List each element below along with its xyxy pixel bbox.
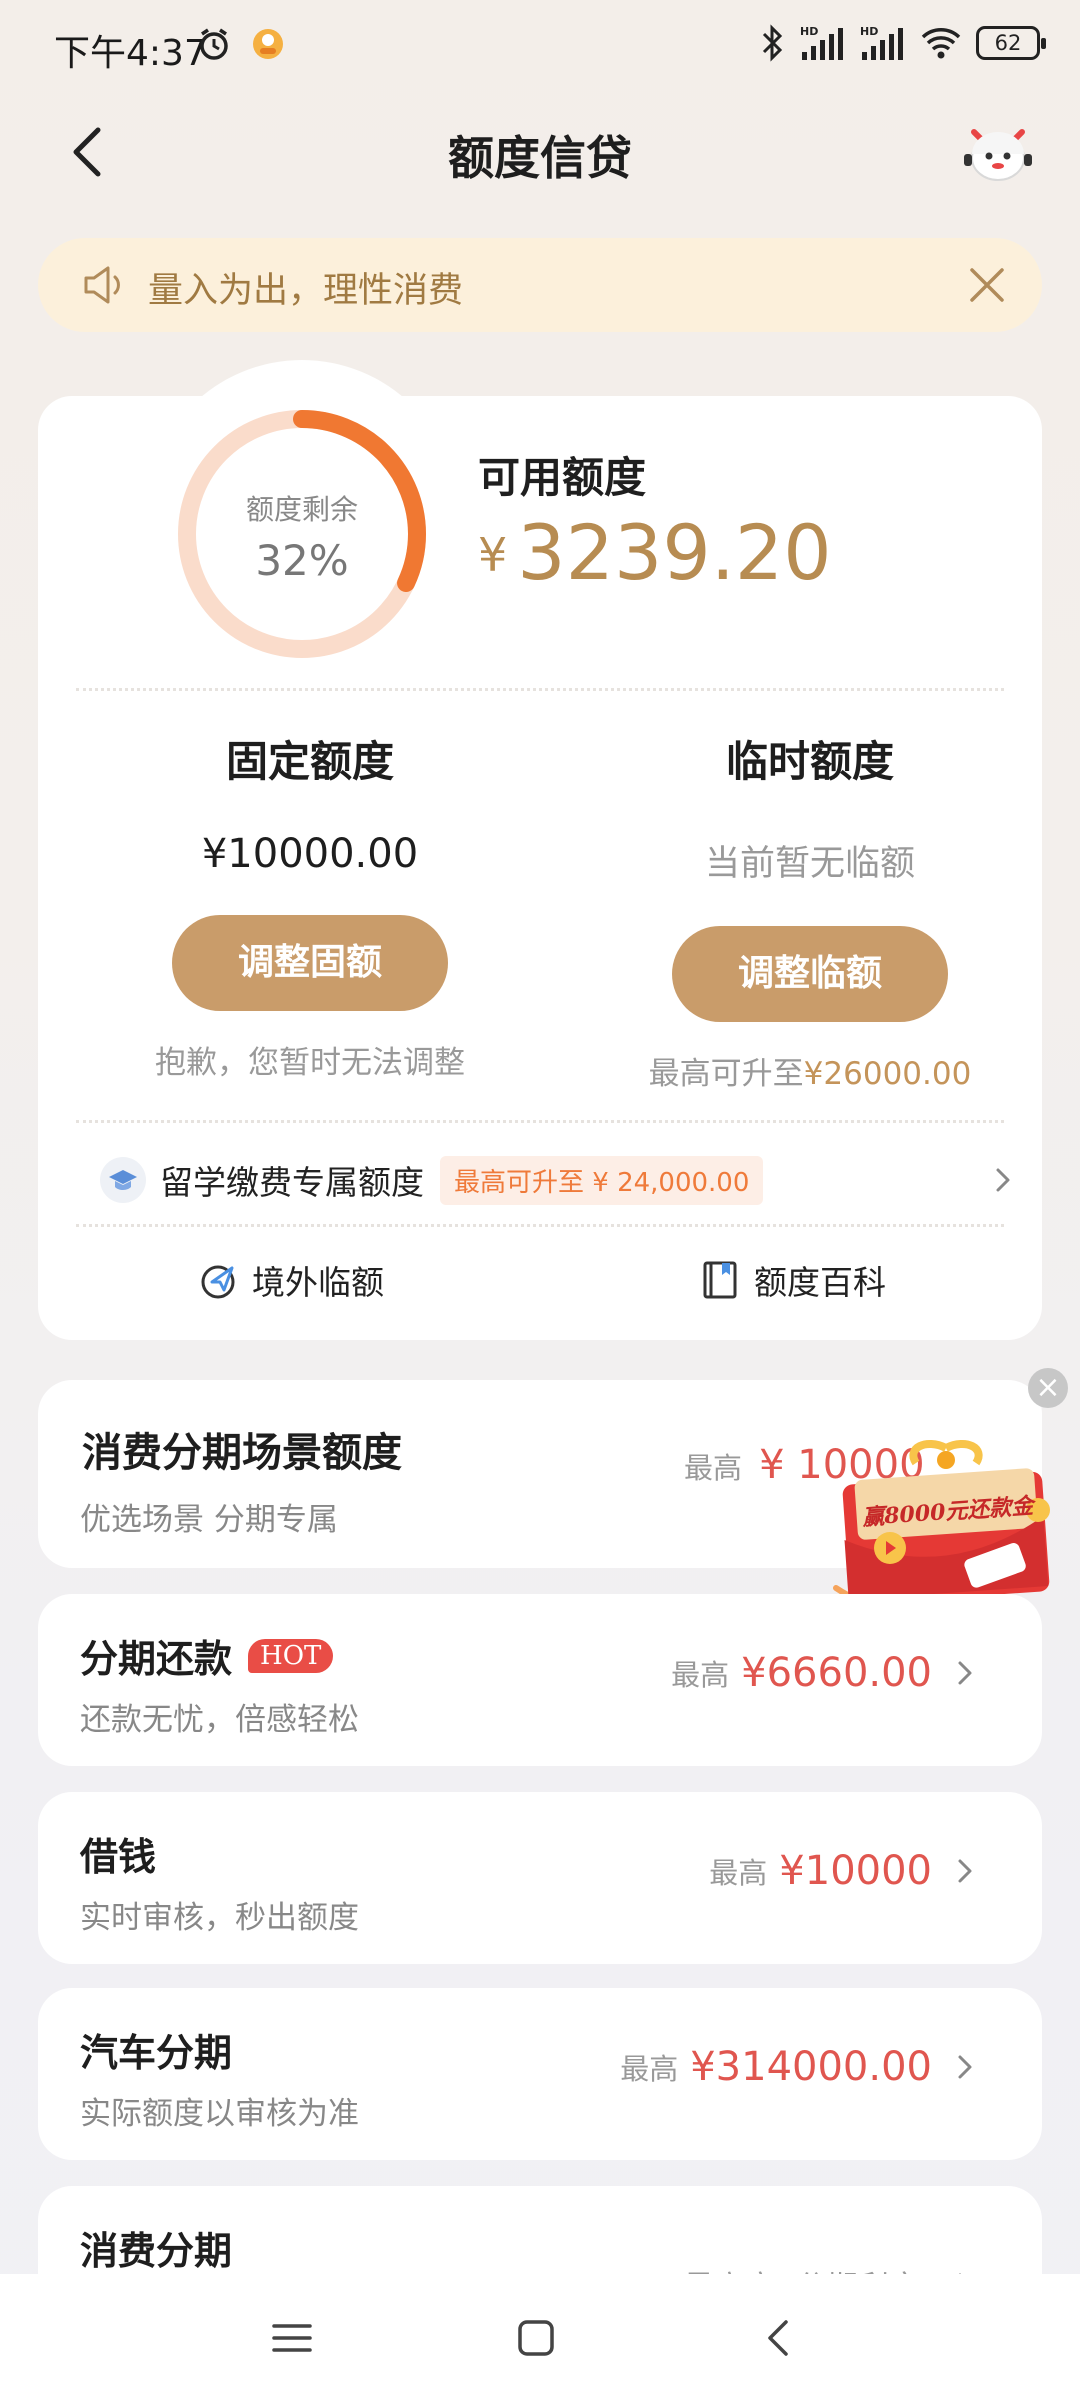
temp-note-amount: ¥26000.00: [803, 1056, 972, 1092]
progress-ring: [178, 410, 426, 658]
study-credit-label: 留学缴费专属额度: [160, 1163, 424, 1202]
borrow-money-card[interactable]: 借钱 实时审核，秒出额度 最高 ¥10000: [38, 1792, 1042, 1964]
product-max-amount: 最高 ¥314000.00: [620, 2044, 982, 2090]
installment-repayment-card[interactable]: 分期还款 HOT 还款无忧，倍感轻松 最高 ¥6660.00: [38, 1594, 1042, 1766]
product-title: 借钱: [80, 1835, 157, 1879]
temp-note-prefix: 最高可升至: [648, 1056, 804, 1092]
product-title: 分期还款 HOT: [80, 1628, 334, 1683]
product-title: 汽车分期: [80, 2031, 233, 2075]
max-label: 最高: [671, 1658, 730, 1692]
product-max-amount: 最高 ¥6660.00: [671, 1650, 982, 1696]
max-label: 最高: [684, 1451, 743, 1485]
currency-symbol: ¥: [478, 528, 508, 582]
temp-credit-value: 当前暂无临额: [704, 844, 915, 884]
speaker-icon: [84, 266, 120, 304]
svg-text:HD: HD: [860, 25, 878, 38]
chevron-right-icon: [958, 1661, 972, 1685]
overseas-link-label: 境外临额: [252, 1263, 384, 1302]
book-icon: [703, 1261, 737, 1299]
hot-badge: HOT: [248, 1638, 334, 1673]
product-subtitle: 实际额度以审核为准: [80, 2096, 359, 2132]
notice-text: 量入为出，理性消费: [148, 271, 464, 311]
credit-wiki-link[interactable]: 额度百科: [700, 1256, 886, 1304]
page-title: 额度信贷: [448, 131, 632, 185]
adjust-fixed-button[interactable]: 调整固额: [172, 915, 448, 1011]
back-icon[interactable]: [756, 2314, 804, 2362]
plane-globe-icon: [201, 1265, 235, 1299]
alarm-icon: [200, 28, 228, 60]
max-amount: ¥314000.00: [690, 2044, 932, 2090]
chevron-right-icon: [958, 2055, 972, 2079]
status-bar: 下午4:37 HD HD 62: [0, 0, 1080, 92]
product-subtitle: 实时审核，秒出额度: [80, 1900, 359, 1936]
header: 额度信贷: [0, 92, 1080, 212]
fixed-credit-value: ¥10000.00: [201, 831, 419, 877]
temp-credit-title: 临时额度: [725, 737, 894, 786]
wiki-link-label: 额度百科: [754, 1263, 886, 1302]
fixed-credit-title: 固定额度: [225, 737, 394, 786]
overseas-temp-credit-link[interactable]: 境外临额: [198, 1256, 384, 1304]
temp-credit-note: 最高可升至¥26000.00: [590, 1048, 1030, 1093]
max-amount: ¥6660.00: [741, 1650, 932, 1696]
divider: [76, 1224, 1004, 1227]
chevron-right-icon: [996, 1168, 1010, 1192]
credit-summary-card: 额度剩余 32% 可用额度 ¥3239.20 固定额度 ¥10000.00 调整…: [38, 360, 1042, 1340]
scene-subtitle: 优选场景 分期专属: [80, 1502, 338, 1538]
car-installment-card[interactable]: 汽车分期 实际额度以审核为准 最高 ¥314000.00: [38, 1988, 1042, 2160]
svg-text:HD: HD: [800, 25, 818, 38]
graduation-cap-icon: [100, 1157, 146, 1203]
divider: [76, 1120, 1004, 1123]
ring-percent: 32%: [255, 536, 349, 585]
app-notification-icon: [253, 29, 283, 59]
max-amount: ¥10000: [779, 1848, 932, 1894]
scene-title: 消费分期场景额度: [82, 1430, 402, 1476]
signal-icon-2: HD: [860, 25, 903, 60]
adjust-temp-button[interactable]: 调整临额: [672, 926, 948, 1022]
home-icon[interactable]: [512, 2314, 560, 2362]
fixed-credit-note: 抱歉，您暂时无法调整: [155, 1045, 465, 1081]
chevron-right-icon: [958, 1859, 972, 1883]
ring-label: 额度剩余: [245, 493, 358, 526]
battery-indicator: 62: [976, 26, 1046, 60]
signal-icon: HD: [800, 25, 843, 60]
close-icon[interactable]: [964, 262, 1010, 308]
fixed-credit-column: 固定额度 ¥10000.00 调整固额 抱歉，您暂时无法调整: [90, 728, 530, 1082]
product-title-text: 分期还款: [80, 1637, 233, 1681]
close-promo-button[interactable]: ×: [1028, 1368, 1068, 1408]
temp-credit-column: 临时额度 当前暂无临额 调整临额 最高可升至¥26000.00: [590, 728, 1030, 1093]
credit-remaining-ring: 额度剩余 32%: [146, 360, 458, 672]
product-max-amount: 最高 ¥10000: [709, 1848, 982, 1894]
product-subtitle: 还款无忧，倍感轻松: [80, 1702, 359, 1738]
status-time: 下午4:37: [54, 33, 207, 74]
menu-icon[interactable]: [268, 2314, 316, 2362]
available-credit-label: 可用额度: [478, 453, 647, 502]
study-abroad-credit-row[interactable]: 留学缴费专属额度 最高可升至 ¥ 24,000.00: [100, 1148, 1010, 1212]
max-label: 最高: [620, 2052, 679, 2086]
available-amount-value: 3239.20: [517, 508, 832, 597]
wifi-icon: [921, 28, 961, 59]
notice-banner: 量入为出，理性消费: [38, 238, 1042, 332]
max-label: 最高: [709, 1856, 768, 1890]
system-navigation-bar: [0, 2274, 1080, 2400]
assistant-mascot-icon[interactable]: [960, 114, 1036, 190]
study-credit-badge: 最高可升至 ¥ 24,000.00: [440, 1155, 764, 1205]
product-title: 消费分期: [80, 2229, 233, 2273]
available-credit-amount: ¥3239.20: [478, 508, 832, 597]
bluetooth-icon: [762, 24, 783, 62]
divider: [76, 688, 1004, 691]
